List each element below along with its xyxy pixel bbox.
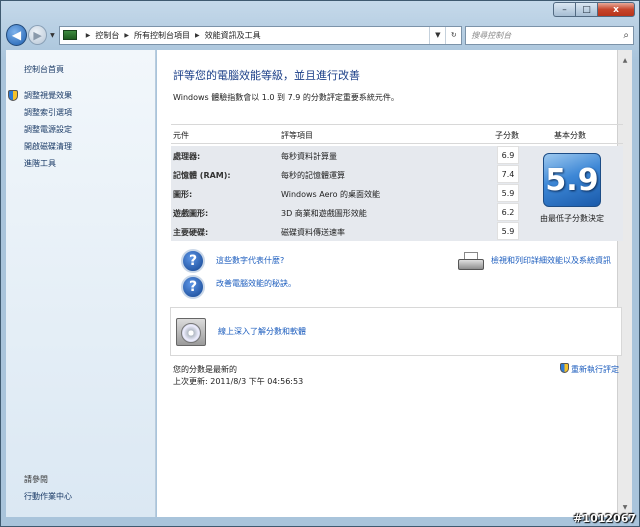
breadcrumb-performance[interactable]: 效能資訊及工具 bbox=[205, 30, 261, 41]
sidebar-item-power[interactable]: 調整電源設定 bbox=[24, 124, 72, 135]
maximize-button[interactable]: □ bbox=[575, 2, 597, 17]
row-subscore: 5.9 bbox=[497, 184, 519, 202]
navigation-bar: ◀ ▶ ▼ ▶ 控制台 ▶ 所有控制台項目 ▶ 效能資訊及工具 ▼ ↻ 搜尋控制… bbox=[6, 22, 634, 48]
see-also-heading: 請參閱 bbox=[24, 475, 48, 484]
row-rated: 磁碟資料傳送速率 bbox=[281, 228, 345, 237]
sidebar-item-disk-cleanup[interactable]: 開啟磁碟清理 bbox=[24, 141, 72, 152]
rerun-assessment-link[interactable]: 重新執行評定 bbox=[571, 364, 619, 375]
software-disc-icon bbox=[176, 318, 206, 346]
close-button[interactable]: x bbox=[597, 2, 635, 17]
base-score-badge: 5.9 bbox=[543, 153, 601, 207]
sidebar-item-action-center[interactable]: 行動作業中心 bbox=[24, 491, 72, 502]
forward-button[interactable]: ▶ bbox=[28, 25, 48, 45]
row-subscore: 5.9 bbox=[497, 222, 519, 240]
search-placeholder: 搜尋控制台 bbox=[471, 30, 512, 40]
vertical-scrollbar[interactable]: ▲ ▼ bbox=[617, 50, 632, 517]
scroll-up-icon[interactable]: ▲ bbox=[618, 52, 632, 68]
refresh-button[interactable]: ↻ bbox=[445, 26, 461, 44]
back-button[interactable]: ◀ bbox=[6, 24, 28, 46]
link-learn-online[interactable]: 線上深入了解分數和軟體 bbox=[218, 326, 306, 337]
uac-shield-icon bbox=[8, 90, 18, 101]
header-base: 基本分數 bbox=[554, 131, 586, 140]
row-component: 主要硬碟: bbox=[173, 228, 209, 237]
row-component: 記憶體 (RAM): bbox=[173, 171, 231, 180]
row-component: 遊戲圖形: bbox=[173, 209, 209, 218]
breadcrumb-control-panel[interactable]: 控制台 bbox=[95, 30, 119, 41]
control-panel-icon bbox=[62, 30, 77, 40]
link-improve-performance[interactable]: 改善電腦效能的秘訣。 bbox=[216, 278, 296, 289]
page-title: 評等您的電腦效能等級，並且進行改善 bbox=[173, 69, 360, 82]
minimize-button[interactable]: – bbox=[553, 2, 575, 17]
uac-shield-icon bbox=[560, 363, 569, 373]
row-subscore: 6.2 bbox=[497, 203, 519, 221]
printer-icon bbox=[458, 252, 484, 272]
header-subscore: 子分數 bbox=[495, 131, 519, 140]
score-status: 您的分數是最新的 bbox=[173, 365, 237, 374]
row-rated: 每秒的記憶體運算 bbox=[281, 171, 345, 180]
row-subscore: 7.4 bbox=[497, 165, 519, 183]
sidebar-item-advanced-tools[interactable]: 進階工具 bbox=[24, 158, 56, 169]
row-component: 圖形: bbox=[173, 190, 193, 199]
left-pane bbox=[6, 50, 156, 517]
row-rated: Windows Aero 的桌面效能 bbox=[281, 190, 381, 199]
page-subtitle: Windows 體驗指數會以 1.0 到 7.9 的分數評定重要系統元件。 bbox=[173, 93, 399, 102]
caption-buttons: – □ x bbox=[553, 2, 635, 17]
address-dropdown-button[interactable]: ▼ bbox=[429, 26, 445, 44]
breadcrumb-separator[interactable]: ▶ bbox=[86, 32, 91, 39]
watermark: #1012067 bbox=[573, 512, 636, 525]
row-rated: 3D 商業和遊戲圖形效能 bbox=[281, 209, 367, 218]
row-subscore: 6.9 bbox=[497, 146, 519, 164]
recent-pages-dropdown[interactable]: ▼ bbox=[50, 32, 55, 39]
last-updated: 上次更新: 2011/8/3 下午 04:56:53 bbox=[173, 377, 304, 386]
breadcrumb-separator[interactable]: ▶ bbox=[195, 32, 200, 39]
base-score-caption: 由最低子分數決定 bbox=[540, 214, 604, 223]
header-component: 元件 bbox=[173, 131, 189, 140]
table-row: 主要硬碟: 磁碟資料傳送速率 5.9 bbox=[171, 222, 623, 241]
header-rated: 評等項目 bbox=[281, 131, 313, 140]
row-rated: 每秒資料計算量 bbox=[281, 152, 337, 161]
sidebar-item-home[interactable]: 控制台首頁 bbox=[24, 64, 64, 75]
breadcrumb-all-items[interactable]: 所有控制台項目 bbox=[134, 30, 190, 41]
breadcrumb-separator[interactable]: ▶ bbox=[124, 32, 129, 39]
help-question-icon: ? bbox=[181, 275, 205, 299]
search-icon[interactable]: ⌕ bbox=[623, 30, 629, 41]
row-component: 處理器: bbox=[173, 152, 201, 161]
link-print-details[interactable]: 檢視和列印詳細效能以及系統資訊 bbox=[491, 255, 611, 266]
help-question-icon: ? bbox=[181, 249, 205, 273]
link-what-numbers-mean[interactable]: 這些數字代表什麼? bbox=[216, 255, 284, 266]
score-table-header: 元件 評等項目 子分數 基本分數 bbox=[171, 124, 623, 144]
sidebar-item-visual-effects[interactable]: 調整視覺效果 bbox=[24, 90, 72, 101]
search-input[interactable]: 搜尋控制台 ⌕ bbox=[465, 25, 634, 45]
sidebar-item-indexing[interactable]: 調整索引選項 bbox=[24, 107, 72, 118]
address-controls: ▼ ↻ bbox=[429, 26, 461, 44]
address-bar[interactable]: ▶ 控制台 ▶ 所有控制台項目 ▶ 效能資訊及工具 ▼ ↻ bbox=[58, 25, 463, 45]
